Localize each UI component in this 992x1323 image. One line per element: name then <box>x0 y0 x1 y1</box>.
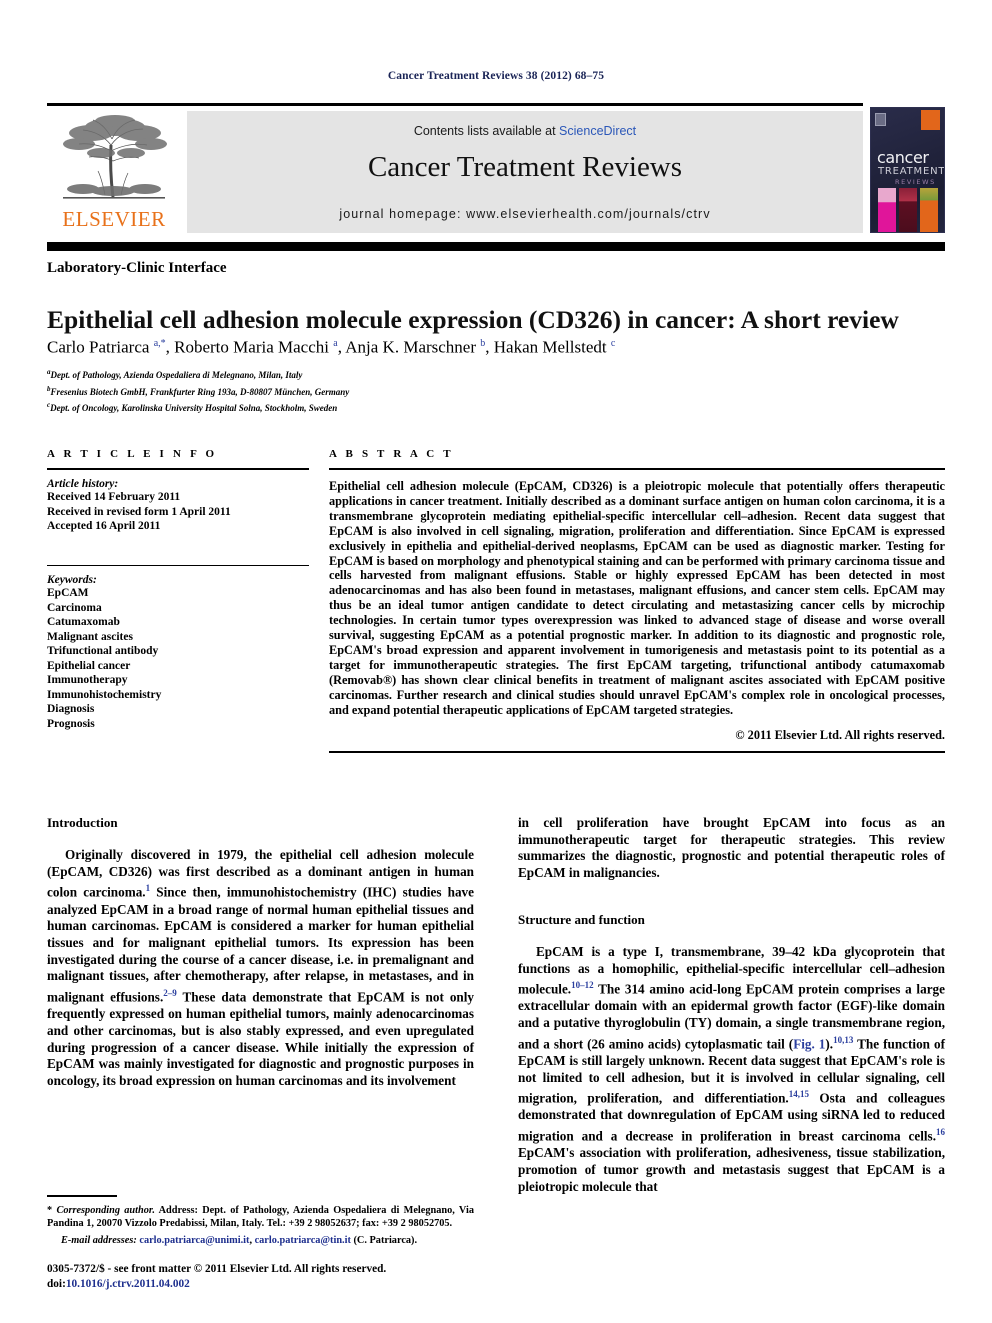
abstract-text: Epithelial cell adhesion molecule (EpCAM… <box>329 479 945 717</box>
keyword-item: EpCAM <box>47 587 89 599</box>
masthead-panel: Contents lists available at ScienceDirec… <box>187 111 863 233</box>
article-history-label: Article history: <box>47 478 119 490</box>
masthead-bottom-bar <box>47 242 945 251</box>
elsevier-logo: ELSEVIER <box>47 111 181 233</box>
affiliation-list: aDept. of Pathology, Azienda Ospedaliera… <box>47 366 927 416</box>
keyword-item: Malignant ascites <box>47 630 133 643</box>
paragraph-introduction-continued: in cell proliferation have brought EpCAM… <box>518 815 945 881</box>
abstract-rule <box>329 468 945 470</box>
section-label: Laboratory-Clinic Interface <box>47 260 227 276</box>
keyword-item: Trifunctional antibody <box>47 645 159 657</box>
doi-label: doi: <box>47 1277 66 1290</box>
journal-homepage-line[interactable]: journal homepage: www.elsevierhealth.com… <box>187 207 863 221</box>
footnote-email-addresses: E-mail addresses: carlo.patriarca@unimi.… <box>61 1235 418 1247</box>
keyword-item: Carcinoma <box>47 601 102 614</box>
affiliation-text: Dept. of Pathology, Azienda Ospedaliera … <box>50 370 303 380</box>
affiliation-item: cDept. of Oncology, Karolinska Universit… <box>47 399 927 416</box>
keyword-item: Diagnosis <box>47 703 95 715</box>
footnote-block: * Corresponding author. Address: Dept. o… <box>47 1195 474 1248</box>
contents-prefix: Contents lists available at <box>413 124 560 138</box>
running-head: Cancer Treatment Reviews 38 (2012) 68–75 <box>387 70 605 82</box>
paragraph-introduction: Originally discovered in 1979, the epith… <box>47 847 475 1088</box>
article-history-item: Received in revised form 1 April 2011 <box>47 505 231 518</box>
abstract-column: A B S T R A C T Epithelial cell adhesion… <box>329 448 945 753</box>
footnote-rule <box>47 1195 117 1197</box>
cover-title-reviews: REVIEWS <box>895 178 936 186</box>
journal-article-page: Cancer Treatment Reviews 38 (2012) 68–75 <box>0 0 992 1323</box>
keyword-item: Prognosis <box>47 717 95 730</box>
abstract-heading: A B S T R A C T <box>329 448 454 460</box>
author-list: Carlo Patriarca a,*, Roberto Maria Macch… <box>47 337 616 357</box>
cover-strip-orange <box>920 188 938 232</box>
cover-chip-icon <box>875 113 886 126</box>
footnote-corresponding-author: * Corresponding author. Address: Dept. o… <box>47 1204 474 1229</box>
journal-title: Cancer Treatment Reviews <box>367 151 683 183</box>
heading-structure-and-function: Structure and function <box>518 911 645 927</box>
imprint-block: 0305-7372/$ - see front matter © 2011 El… <box>47 1262 547 1291</box>
journal-masthead: ELSEVIER Contents lists available at Sci… <box>47 103 945 251</box>
elsevier-tree-icon <box>53 111 175 203</box>
sciencedirect-link[interactable]: ScienceDirect <box>559 124 636 138</box>
keywords-label: Keywords: <box>47 574 97 586</box>
article-info-heading: A R T I C L E I N F O <box>47 448 218 460</box>
affiliation-item: bFresenius Biotech GmbH, Frankfurter Rin… <box>47 383 927 400</box>
affiliation-text: Dept. of Oncology, Karolinska University… <box>50 403 338 413</box>
article-history-item: Accepted 16 April 2011 <box>47 520 161 532</box>
article-info-abstract-box: A R T I C L E I N F O Article history: R… <box>47 448 945 793</box>
abstract-bottom-rule <box>329 750 945 753</box>
imprint-issn-line: 0305-7372/$ - see front matter © 2011 El… <box>47 1263 387 1275</box>
journal-cover-thumbnail: cancer TREATMENT REVIEWS <box>870 107 945 233</box>
cover-strip-red <box>899 188 917 232</box>
cover-title-cancer: cancer <box>877 148 929 167</box>
body-column-left: Introduction Originally discovered in 19… <box>47 815 474 1090</box>
paragraph-structure-and-function: EpCAM is a type I, transmembrane, 39–42 … <box>518 943 945 1194</box>
page-title: Epithelial cell adhesion molecule expres… <box>47 305 899 335</box>
masthead-top-rule <box>47 103 863 106</box>
affiliation-text: Fresenius Biotech GmbH, Frankfurter Ring… <box>50 386 350 397</box>
article-history-item: Received 14 February 2011 <box>47 491 181 503</box>
body-column-right: in cell proliferation have brought EpCAM… <box>518 815 945 1195</box>
keyword-item: Immunohistochemistry <box>47 688 162 701</box>
keywords-rule <box>47 564 309 566</box>
cover-strip-pink <box>878 188 896 232</box>
elsevier-wordmark: ELSEVIER <box>62 207 166 231</box>
doi-link[interactable]: 10.1016/j.ctrv.2011.04.002 <box>66 1278 190 1290</box>
keyword-item: Catumaxomab <box>47 616 120 628</box>
abstract-copyright: © 2011 Elsevier Ltd. All rights reserved… <box>735 727 945 742</box>
cover-title-treatment: TREATMENT <box>878 166 945 177</box>
contents-lists-line: Contents lists available at ScienceDirec… <box>187 124 863 138</box>
article-info-column: A R T I C L E I N F O Article history: R… <box>47 448 309 731</box>
cover-orange-square <box>921 110 940 130</box>
affiliation-item: aDept. of Pathology, Azienda Ospedaliera… <box>47 366 927 383</box>
keyword-item: Immunotherapy <box>47 674 128 686</box>
imprint-doi-line: doi:10.1016/j.ctrv.2011.04.002 <box>47 1277 547 1292</box>
keyword-item: Epithelial cancer <box>47 659 131 672</box>
heading-introduction: Introduction <box>47 815 118 830</box>
article-info-rule <box>47 468 309 470</box>
